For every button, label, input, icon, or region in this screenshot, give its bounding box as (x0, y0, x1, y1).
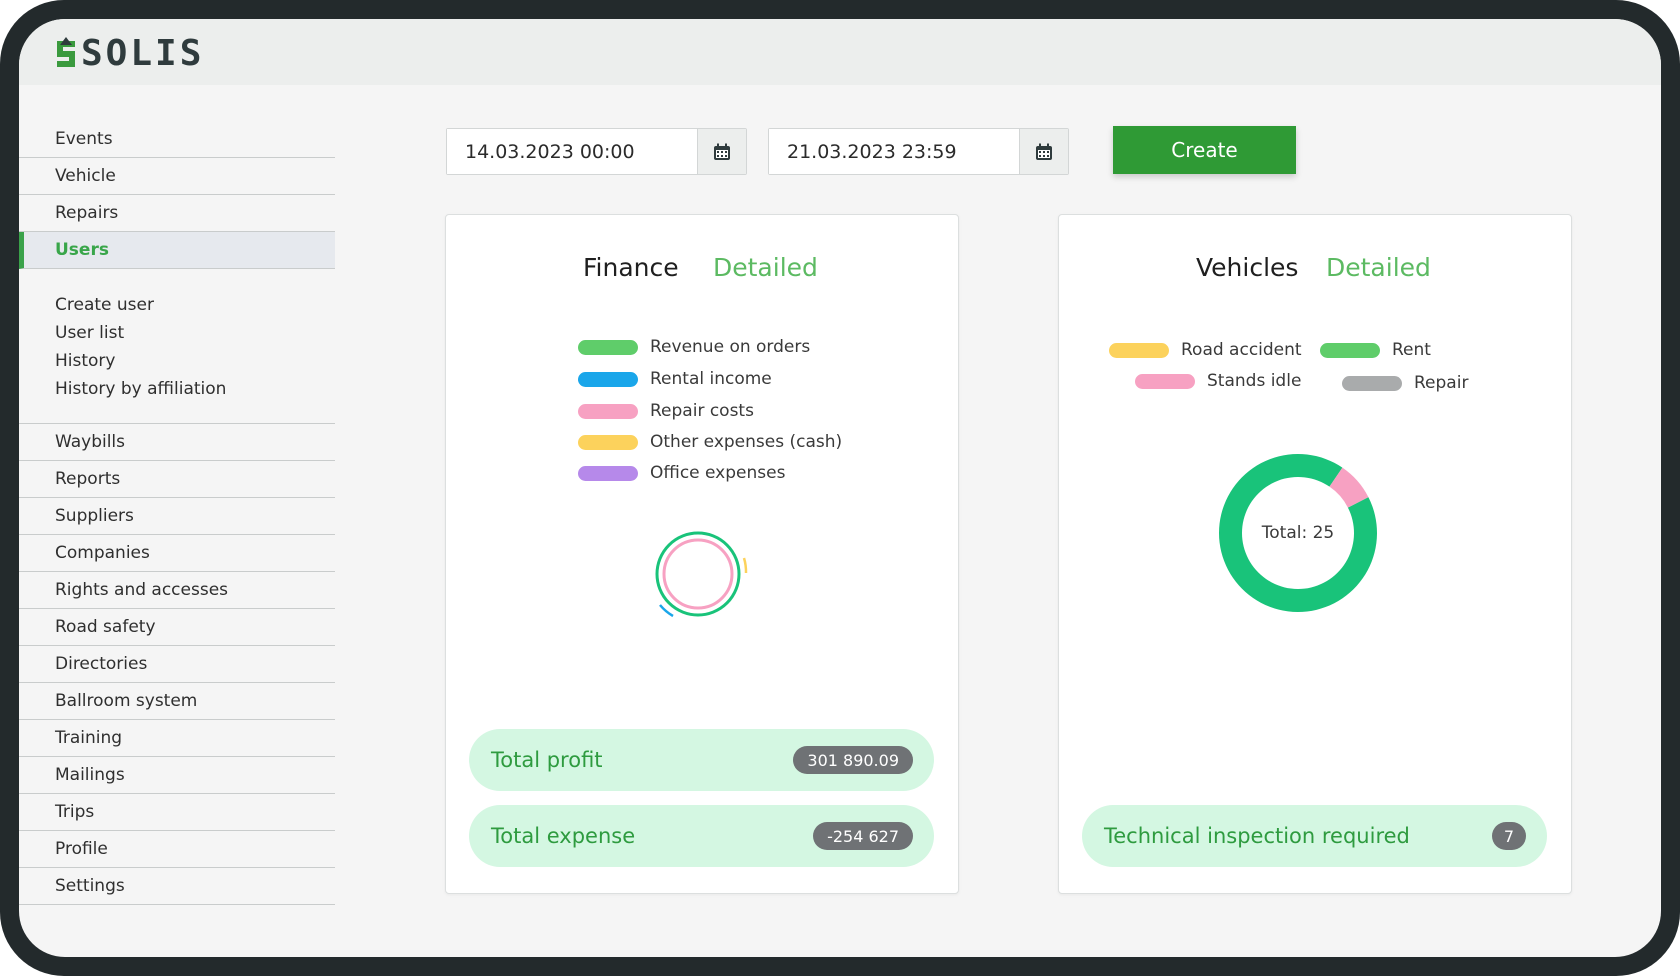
sidebar-item-events[interactable]: Events (19, 121, 335, 158)
create-button[interactable]: Create (1113, 126, 1296, 174)
technical-inspection-label: Technical inspection required (1104, 824, 1410, 848)
app-screen: SOLIS Events Vehicle Repairs Users Create u… (19, 19, 1661, 957)
finance-legend-rental-income: Rental income (578, 369, 772, 389)
total-expense-label: Total expense (491, 824, 636, 848)
vehicles-detailed-link[interactable]: Detailed (1326, 253, 1431, 282)
sidebar-item-companies[interactable]: Companies (19, 535, 335, 572)
finance-arc-other-expenses (742, 557, 748, 574)
logo-mark-icon (57, 37, 75, 67)
finance-legend-other-expenses-cash: Other expenses (cash) (578, 432, 842, 452)
sidebar-item-reports[interactable]: Reports (19, 461, 335, 498)
vehicles-legend-repair: Repair (1342, 373, 1468, 393)
finance-detailed-link[interactable]: Detailed (713, 253, 818, 282)
vehicles-card: Vehicles Detailed Road accident Rent Sta… (1058, 214, 1572, 894)
legend-label: Other expenses (cash) (650, 432, 843, 452)
users-submenu: Create user User list History History by af… (19, 269, 335, 424)
legend-swatch (578, 371, 638, 387)
sidebar-item-repairs[interactable]: Repairs (19, 195, 335, 232)
sidebar-item-profile[interactable]: Profile (19, 831, 335, 868)
total-expense-value: -254 627 (813, 822, 913, 850)
sidebar-item-waybills[interactable]: Waybills (19, 424, 335, 461)
sidebar-item-ballroom-system[interactable]: Ballroom system (19, 683, 335, 720)
legend-swatch (578, 434, 638, 450)
vehicles-total-label: Total: 25 (1261, 523, 1335, 543)
sidebar-item-user-list[interactable]: User list (19, 319, 335, 347)
finance-legend-office-expenses: Office expenses (578, 463, 785, 483)
logo[interactable]: SOLIS (53, 33, 205, 74)
finance-title: Finance (583, 253, 679, 282)
sidebar: Events Vehicle Repairs Users Create user Use… (19, 121, 335, 905)
vehicles-legend-rent: Rent (1320, 340, 1431, 360)
legend-label: Rental income (650, 369, 772, 389)
date-to-group (768, 128, 1069, 175)
date-from-calendar-button[interactable] (697, 129, 746, 174)
vehicles-title: Vehicles (1196, 253, 1299, 282)
sidebar-item-settings[interactable]: Settings (19, 868, 335, 905)
logo-text: SOLIS (81, 33, 205, 74)
total-expense-bar: Total expense -254 627 (469, 805, 934, 867)
calendar-icon (1036, 143, 1052, 160)
sidebar-item-create-user[interactable]: Create user (19, 291, 335, 319)
sidebar-item-training[interactable]: Training (19, 720, 335, 757)
legend-swatch (1320, 342, 1380, 358)
top-bar: SOLIS (19, 19, 1661, 85)
legend-swatch (1342, 375, 1402, 391)
sidebar-item-users[interactable]: Users (19, 232, 335, 269)
legend-label: Rent (1392, 340, 1431, 360)
finance-card: Finance Detailed Revenue on orders Rental… (445, 214, 959, 894)
sidebar-item-vehicle[interactable]: Vehicle (19, 158, 335, 195)
date-from-input[interactable] (447, 129, 697, 174)
legend-label: Stands idle (1207, 371, 1302, 391)
date-to-input[interactable] (769, 129, 1019, 174)
sidebar-item-mailings[interactable]: Mailings (19, 757, 335, 794)
finance-donut-chart (655, 531, 748, 618)
total-profit-value: 301 890.09 (793, 746, 913, 774)
finance-ring-repair (662, 538, 734, 610)
sidebar-item-trips[interactable]: Trips (19, 794, 335, 831)
legend-label: Revenue on orders (650, 337, 811, 357)
date-to-calendar-button[interactable] (1019, 129, 1068, 174)
legend-label: Office expenses (650, 463, 786, 483)
sidebar-item-history[interactable]: History (19, 347, 335, 375)
finance-legend-revenue-on-orders: Revenue on orders (578, 337, 810, 357)
legend-swatch (1135, 373, 1195, 389)
date-from-group (446, 128, 747, 175)
calendar-icon (714, 143, 730, 160)
legend-label: Repair costs (650, 401, 754, 421)
technical-inspection-count: 7 (1491, 822, 1526, 850)
legend-swatch (578, 403, 638, 419)
finance-legend-repair-costs: Repair costs (578, 401, 754, 421)
legend-label: Road accident (1181, 340, 1302, 360)
sidebar-item-directories[interactable]: Directories (19, 646, 335, 683)
legend-swatch (1109, 342, 1169, 358)
sidebar-item-rights-and-accesses[interactable]: Rights and accesses (19, 572, 335, 609)
total-profit-label: Total profit (491, 748, 603, 772)
sidebar-item-history-by-affiliation[interactable]: History by affiliation (19, 375, 335, 403)
finance-ring-revenue (655, 531, 741, 617)
legend-swatch (578, 465, 638, 481)
legend-label: Repair (1414, 373, 1469, 393)
vehicles-legend-stands-idle: Stands idle (1135, 371, 1301, 391)
total-profit-bar: Total profit 301 890.09 (469, 729, 934, 791)
sidebar-item-road-safety[interactable]: Road safety (19, 609, 335, 646)
legend-swatch (578, 339, 638, 355)
vehicles-legend-road-accident: Road accident (1109, 340, 1302, 360)
technical-inspection-bar[interactable]: Technical inspection required 7 (1082, 805, 1547, 867)
device-frame: SOLIS Events Vehicle Repairs Users Create u… (0, 0, 1680, 976)
sidebar-item-suppliers[interactable]: Suppliers (19, 498, 335, 535)
